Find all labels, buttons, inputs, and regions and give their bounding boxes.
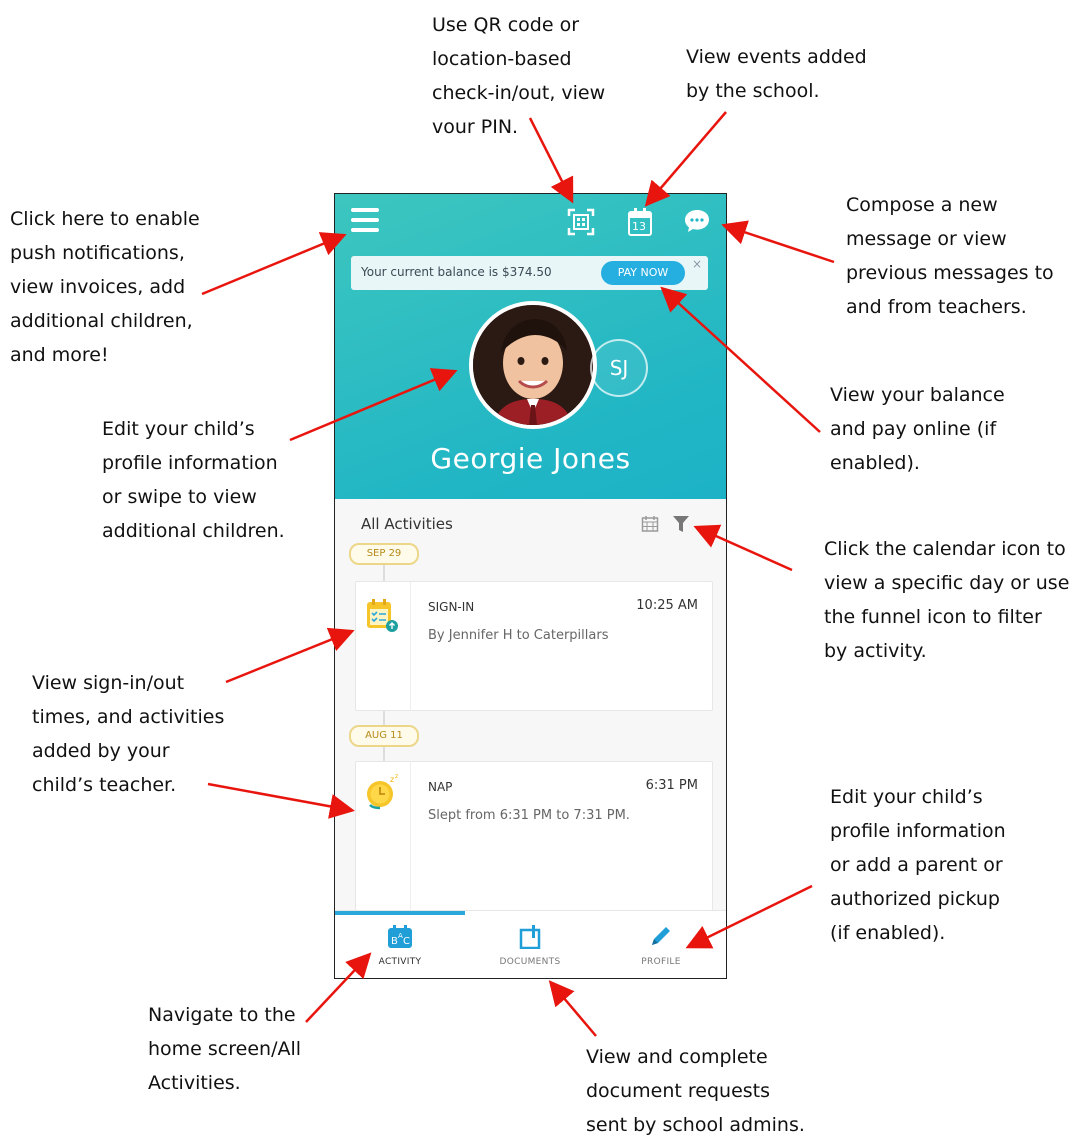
callout-timeline: View sign-in/out times, and activities a…: [32, 672, 225, 796]
calendar-filter-icon[interactable]: [641, 515, 659, 533]
callout-balance: View your balance and pay online (if ena…: [830, 384, 1005, 474]
svg-text:z: z: [390, 775, 394, 784]
calendar-icon[interactable]: 13: [627, 207, 653, 237]
activity-card-sign-in[interactable]: SIGN-IN 10:25 AM By Jennifer H to Caterp…: [355, 581, 713, 711]
active-tab-indicator: [335, 911, 465, 915]
balance-text: Your current balance is $374.50: [361, 265, 552, 279]
arrow-timeline-1: [225, 627, 355, 684]
tab-documents[interactable]: DOCUMENTS: [465, 925, 595, 967]
checklist-icon: [367, 599, 398, 632]
funnel-icon[interactable]: [673, 515, 689, 533]
phone-screen: 13 Your current balance is $374.50 PAY N…: [334, 193, 727, 979]
callout-qr: Use QR code or location-based check-in/o…: [432, 14, 606, 138]
card-icon-area: z z: [356, 762, 411, 910]
card-description: By Jennifer H to Caterpillars: [428, 628, 609, 643]
callout-profile-tab: Edit your child’s profile information or…: [830, 786, 1006, 944]
callout-messages: Compose a new message or view previous m…: [846, 194, 1054, 318]
tab-profile[interactable]: PROFILE: [596, 925, 726, 967]
callout-events: View events added by the school.: [686, 46, 867, 102]
tab-label: DOCUMENTS: [499, 957, 561, 967]
arrow-menu: [201, 232, 347, 296]
arrow-messages: [721, 220, 835, 264]
card-description: Slept from 6:31 PM to 7:31 PM.: [428, 808, 630, 823]
svg-text:z: z: [395, 773, 398, 780]
pay-now-button[interactable]: PAY NOW: [601, 261, 685, 285]
card-icon-area: [356, 582, 411, 710]
callout-menu: Click here to enable push notifications,…: [10, 208, 200, 366]
menu-icon[interactable]: [351, 208, 379, 234]
calendar-day: 13: [632, 220, 646, 233]
svg-text:B: B: [391, 936, 398, 947]
child-name: Georgie Jones: [430, 442, 631, 475]
card-title: NAP: [428, 780, 453, 794]
activity-card-nap[interactable]: z z NAP 6:31 PM Slept from 6:31 PM to 7:…: [355, 761, 713, 911]
callout-profile-edit: Edit your child’s profile information or…: [102, 418, 285, 542]
section-title: All Activities: [361, 515, 453, 533]
arrow-documents-tab: [548, 980, 597, 1037]
qr-code-icon[interactable]: [567, 208, 595, 236]
documents-tab-icon: [519, 925, 541, 950]
nap-clock-icon: z z: [367, 773, 398, 810]
svg-text:C: C: [403, 936, 410, 947]
date-pill: AUG 11: [349, 725, 419, 747]
pencil-icon: [652, 927, 670, 945]
callout-calendar-filter: Click the calendar icon to view a specif…: [824, 538, 1070, 662]
tab-label: PROFILE: [641, 957, 681, 967]
date-pill: SEP 29: [349, 543, 419, 565]
activities-feed: All Activities SEP 29 SIGN-IN 10:25 AM B…: [335, 499, 726, 915]
close-icon[interactable]: ×: [692, 257, 702, 271]
message-icon[interactable]: [683, 208, 711, 234]
arrow-timeline-2: [207, 782, 355, 819]
callout-activity-tab: Navigate to the home screen/All Activiti…: [148, 1004, 302, 1094]
card-title: SIGN-IN: [428, 600, 475, 614]
bottom-tab-bar: B A C ACTIVITY DOCUMENTS PROFILE: [335, 910, 726, 978]
arrow-events: [644, 111, 727, 207]
card-time: 10:25 AM: [636, 598, 698, 613]
callout-documents-tab: View and complete document requests sent…: [586, 1046, 805, 1136]
balance-banner: Your current balance is $374.50 PAY NOW …: [351, 256, 708, 290]
secondary-child-avatar[interactable]: SJ: [590, 339, 648, 397]
tab-label: ACTIVITY: [378, 957, 422, 967]
tab-activity[interactable]: B A C ACTIVITY: [335, 925, 465, 967]
child-photo: [473, 305, 593, 425]
card-time: 6:31 PM: [645, 778, 698, 793]
activity-tab-icon: B A C: [388, 925, 412, 948]
child-avatar[interactable]: [469, 301, 597, 429]
